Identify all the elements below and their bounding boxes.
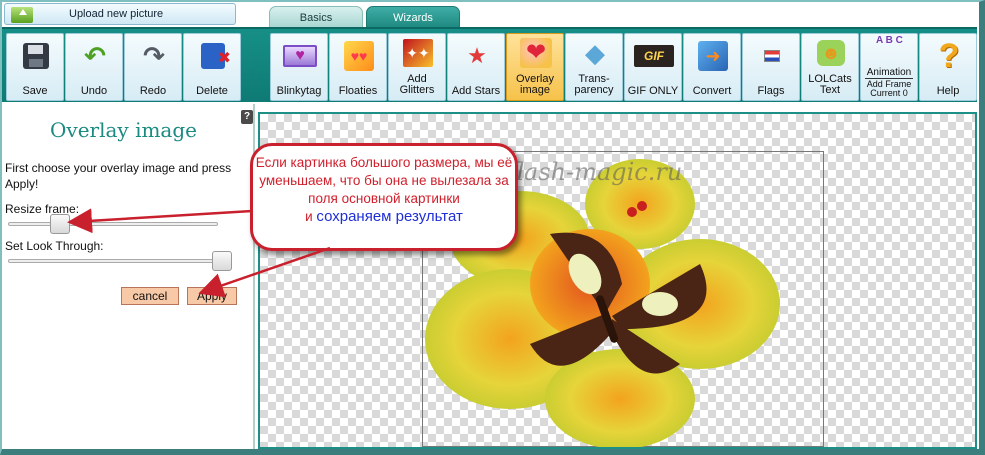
stars-wand-icon: ★ [460, 40, 494, 72]
help-glyph: ? [938, 37, 960, 75]
undo-label: Undo [80, 85, 108, 97]
animation-label: Animation [865, 67, 913, 79]
lolcats-text-label: LOLCats Text [808, 73, 852, 96]
glitter-glyph: ✦✦ [403, 39, 433, 67]
flags-label: Flags [757, 85, 785, 97]
toolbar-basic-group: Save ↶ Undo ↷ Redo Delete [6, 33, 242, 101]
animation-info: Animation Add Frame Current 0 [861, 68, 917, 98]
gif-only-button[interactable]: GIF GIF ONLY [624, 33, 682, 101]
add-stars-label: Add Stars [451, 85, 501, 97]
cancel-button[interactable]: cancel [121, 287, 179, 305]
redo-button[interactable]: ↷ Redo [124, 33, 182, 101]
panel-title: Overlay image [50, 118, 197, 142]
upload-icon [11, 7, 33, 23]
undo-arrow-icon: ↶ [84, 41, 106, 71]
redo-label: Redo [139, 85, 167, 97]
convert-label: Convert [692, 85, 732, 97]
abc-glyph: A B C [876, 35, 903, 46]
look-through-slider[interactable] [8, 259, 218, 263]
floaties-button[interactable]: ♥♥ Floaties [329, 33, 387, 101]
toolbar-wizards-group: ♥ Blinkytag ♥♥ Floaties ✦✦ Add Glitters … [270, 33, 978, 101]
blinkytag-label: Blinkytag [276, 85, 322, 97]
save-label: Save [22, 85, 48, 97]
lolcat-glyph: ☻ [817, 40, 845, 66]
tab-basics[interactable]: Basics [269, 6, 363, 28]
undo-button[interactable]: ↶ Undo [65, 33, 123, 101]
panel-instructions: First choose your overlay image and pres… [5, 161, 232, 191]
toolbar: Save ↶ Undo ↷ Redo Delete ♥ Blinkytag ♥♥… [2, 27, 977, 102]
flags-button[interactable]: Flags [742, 33, 800, 101]
callout-text: Если картинка большого размера, мы её ум… [255, 155, 513, 206]
convert-button[interactable]: ➜ Convert [683, 33, 741, 101]
question-mark-icon: ? [932, 37, 966, 75]
flag-icon [755, 40, 789, 72]
delete-label: Delete [196, 85, 228, 97]
add-glitters-button[interactable]: ✦✦ Add Glitters [388, 33, 446, 101]
blinkytag-button[interactable]: ♥ Blinkytag [270, 33, 328, 101]
help-button[interactable]: ? Help [919, 33, 977, 101]
floaties-glyph: ♥♥ [344, 41, 374, 71]
help-label: Help [936, 85, 960, 97]
panel-help-icon[interactable]: ? [241, 110, 253, 124]
annotation-callout: Если картинка большого размера, мы её ум… [250, 143, 518, 251]
overlay-settings-panel: ? Overlay image First choose your overla… [2, 104, 255, 449]
add-glitters-label: Add Glitters [399, 73, 435, 96]
overlay-heart-icon: ❤ [519, 37, 553, 69]
overlay-image-button[interactable]: ❤ Overlay image [506, 33, 564, 101]
delete-icon [196, 40, 231, 75]
gif-glyph: GIF [634, 45, 674, 67]
animation-button[interactable]: A B C Animation Add Frame Current 0 [860, 33, 918, 101]
lolcat-icon: ☻ [814, 37, 848, 69]
resize-frame-slider[interactable] [8, 222, 218, 226]
upload-label: Upload new picture [69, 8, 164, 20]
delete-button[interactable]: Delete [183, 33, 241, 101]
tab-wizards[interactable]: Wizards [366, 6, 460, 28]
upload-new-picture-button[interactable]: Upload new picture [4, 3, 236, 25]
watermark: flash-magic.ru [508, 158, 683, 186]
glitter-icon: ✦✦ [401, 37, 435, 69]
floaties-icon: ♥♥ [342, 40, 376, 72]
floppy-disk-icon [19, 40, 53, 72]
callout-highlight: сохраняем результат [316, 208, 463, 225]
convert-icon: ➜ [696, 40, 730, 72]
abc-blocks-icon: A B C [870, 35, 910, 67]
current-frame-label: Current 0 [870, 88, 908, 98]
transparency-button[interactable]: ◆ Trans-parency [565, 33, 623, 101]
look-through-label: Set Look Through: [5, 239, 104, 253]
callout-line2-prefix: и [305, 209, 317, 224]
overlay-image-label: Overlay image [516, 73, 554, 96]
add-stars-button[interactable]: ★ Add Stars [447, 33, 505, 101]
overlay-glyph: ❤ [520, 38, 552, 68]
save-button[interactable]: Save [6, 33, 64, 101]
look-through-slider-handle[interactable] [212, 251, 232, 271]
diamond-glyph: ◆ [585, 38, 605, 68]
transparency-label: Trans-parency [574, 73, 614, 96]
resize-frame-slider-handle[interactable] [50, 214, 70, 234]
gif-only-label: GIF ONLY [627, 85, 679, 97]
floaties-label: Floaties [338, 85, 378, 97]
diamond-icon: ◆ [578, 37, 612, 69]
redo-arrow-icon: ↷ [143, 41, 165, 71]
gif-icon: GIF [633, 40, 675, 72]
stars-glyph: ★ [467, 43, 487, 68]
blinkytag-glyph: ♥ [283, 45, 317, 67]
lolcats-text-button[interactable]: ☻ LOLCats Text [801, 33, 859, 101]
convert-glyph: ➜ [698, 41, 728, 71]
callout-line2: и сохраняем результат [253, 208, 515, 226]
apply-button[interactable]: Apply [187, 287, 237, 305]
blinkytag-icon: ♥ [283, 40, 317, 72]
